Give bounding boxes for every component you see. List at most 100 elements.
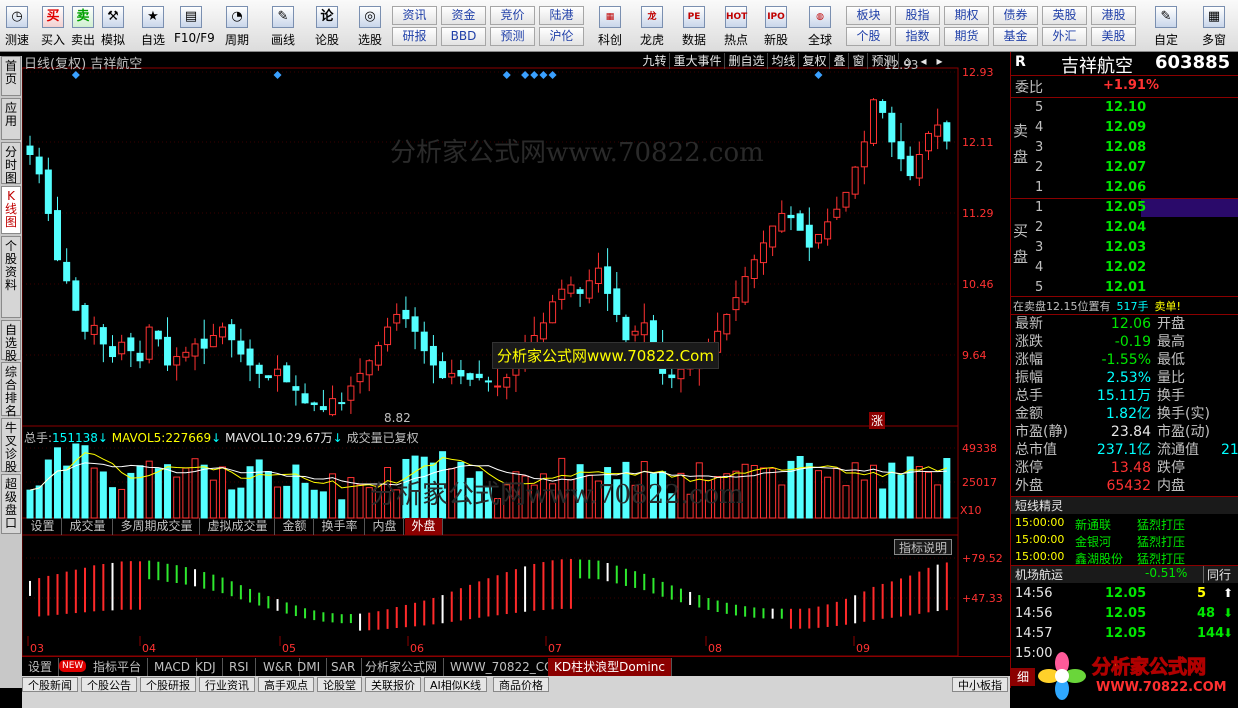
top-button-港股[interactable]: 港股 xyxy=(1091,6,1136,25)
top-button-外汇[interactable]: 外汇 xyxy=(1042,27,1087,46)
top-button-股指[interactable]: 股指 xyxy=(895,6,940,25)
info-tab-个股研报[interactable]: 个股研报 xyxy=(140,677,196,692)
indicator-tab-金额[interactable]: 金额 xyxy=(276,518,314,535)
top-button-基金[interactable]: 基金 xyxy=(993,27,1038,46)
bottom-tab-分析家公式网[interactable]: 分析家公式网 xyxy=(359,658,445,676)
side-tab-分时图[interactable]: 分时图 xyxy=(1,142,21,185)
全球-button[interactable]: ◍ 全球 xyxy=(800,4,840,50)
side-tab-首页[interactable]: 首页 xyxy=(1,56,21,96)
indicator-tab-外盘[interactable]: 外盘 xyxy=(405,518,443,535)
info-tab-高手观点[interactable]: 高手观点 xyxy=(258,677,314,692)
fund-value: 65432 xyxy=(1106,478,1151,494)
选股-button[interactable]: ◎ 选股 xyxy=(353,4,387,50)
top-button-英股[interactable]: 英股 xyxy=(1042,6,1087,25)
weibi-value: +1.91% xyxy=(1103,78,1159,93)
candle-body xyxy=(805,224,813,248)
bid-level: 5 xyxy=(1035,280,1044,295)
info-tab-个股新闻[interactable]: 个股新闻 xyxy=(22,677,78,692)
info-tab-商品价格[interactable]: 商品价格 xyxy=(493,677,549,692)
top-button-个股[interactable]: 个股 xyxy=(846,27,891,46)
top-button-指数[interactable]: 指数 xyxy=(895,27,940,46)
科创-button[interactable]: ▦ 科创 xyxy=(590,4,630,50)
candle-body xyxy=(723,313,731,335)
top-button-沪伦[interactable]: 沪伦 xyxy=(539,27,584,46)
top-button-BBD[interactable]: BBD xyxy=(441,27,486,46)
spirit-stock[interactable]: 金银河 xyxy=(1075,533,1111,550)
indicator-tab-内盘[interactable]: 内盘 xyxy=(366,518,404,535)
论股-button[interactable]: 论论股 xyxy=(310,4,344,50)
indicator-tab-换手率[interactable]: 换手率 xyxy=(315,518,365,535)
模拟-button[interactable]: ⚒ 模拟 xyxy=(96,4,130,50)
top-button-预测[interactable]: 预测 xyxy=(490,27,535,46)
volume-bar xyxy=(319,491,327,519)
side-tab-K线图[interactable]: K线图 xyxy=(1,186,21,234)
画线-button[interactable]: ✎ 画线 xyxy=(266,4,300,50)
bottom-tab-RSI[interactable]: RSI xyxy=(223,658,256,676)
info-tab-个股公告[interactable]: 个股公告 xyxy=(81,677,137,692)
indicator-tab-多周期成交量[interactable]: 多周期成交量 xyxy=(114,518,200,535)
bottom-tab-指标平台[interactable]: 指标平台 xyxy=(87,658,149,676)
chart-button-叠[interactable]: 叠 xyxy=(831,53,849,69)
top-button-竞价[interactable]: 竞价 xyxy=(490,6,535,25)
测速-button[interactable]: ◷ 测速 xyxy=(0,4,34,50)
indicator-tab-虚拟成交量[interactable]: 虚拟成交量 xyxy=(201,518,275,535)
bottom-tab-设置[interactable]: 设置 xyxy=(22,658,60,676)
top-button-资金[interactable]: 资金 xyxy=(441,6,486,25)
detail-tab[interactable]: 细 xyxy=(1011,668,1035,686)
热点-button[interactable]: HOT 热点 xyxy=(716,4,756,50)
info-tab-行业资讯[interactable]: 行业资讯 xyxy=(199,677,255,692)
spirit-stock[interactable]: 新通联 xyxy=(1075,516,1111,533)
bottom-tab-DMI[interactable]: DMI xyxy=(291,658,328,676)
chart-button-均线[interactable]: 均线 xyxy=(769,53,799,69)
top-button-板块[interactable]: 板块 xyxy=(846,6,891,25)
bottom-tab-SAR[interactable]: SAR xyxy=(325,658,363,676)
自定-button[interactable]: ✎ 自定 xyxy=(1144,4,1188,50)
indicator-explain-button[interactable]: 指标说明 xyxy=(894,539,953,555)
info-tab-论股堂[interactable]: 论股堂 xyxy=(317,677,362,692)
top-button-陆港[interactable]: 陆港 xyxy=(539,6,584,25)
chart-button-窗[interactable]: 窗 xyxy=(850,53,868,69)
自选-button[interactable]: ★ 自选 xyxy=(136,4,170,50)
sell-icon: 卖 xyxy=(72,6,94,28)
买入-button[interactable]: 买买入 xyxy=(36,4,70,50)
top-button-研报[interactable]: 研报 xyxy=(392,27,437,46)
多窗-button[interactable]: ▦ 多窗 xyxy=(1192,4,1236,50)
bid-level: 3 xyxy=(1035,240,1044,255)
top-button-美股[interactable]: 美股 xyxy=(1091,27,1136,46)
top-button-期货[interactable]: 期货 xyxy=(944,27,989,46)
side-tab-应用[interactable]: 应用 xyxy=(1,98,21,140)
sector-name[interactable]: 机场航运 xyxy=(1015,566,1063,583)
volume-bar xyxy=(301,482,309,519)
bottom-tab-KD柱状浪型Dominc[interactable]: KD柱状浪型Dominc xyxy=(548,658,672,676)
info-tab-AI相似K线[interactable]: AI相似K线 xyxy=(424,677,487,692)
chart-button-删自选[interactable]: 删自选 xyxy=(726,53,768,69)
fund-value: 1.82亿 xyxy=(1105,406,1151,422)
卖出-button[interactable]: 卖卖出 xyxy=(66,4,100,50)
info-tab-关联报价[interactable]: 关联报价 xyxy=(365,677,421,692)
周期-button[interactable]: ◔ 周期 xyxy=(220,4,254,50)
info-tab-中小板指[interactable]: 中小板指 xyxy=(952,677,1008,692)
bottom-tab-KDJ[interactable]: KDJ xyxy=(189,658,223,676)
chart-button-重大事件[interactable]: 重大事件 xyxy=(671,53,725,69)
top-button-期权[interactable]: 期权 xyxy=(944,6,989,25)
F10/F9-button[interactable]: ▤ F10/F9 xyxy=(174,4,215,50)
next-icon[interactable]: ▸ xyxy=(932,53,947,69)
龙虎-button[interactable]: 龙龙虎 xyxy=(632,4,672,50)
side-tab-自选股[interactable]: 自选股 xyxy=(1,320,21,363)
数据-button[interactable]: PE 数据 xyxy=(674,4,714,50)
indicator-tab-成交量[interactable]: 成交量 xyxy=(63,518,113,535)
side-tab-牛叉诊股[interactable]: 牛叉诊股 xyxy=(1,418,21,474)
candle-body xyxy=(154,330,162,340)
side-tab-综合排名[interactable]: 综合排名 xyxy=(1,362,21,418)
chart-button-九转[interactable]: 九转 xyxy=(640,53,670,69)
candle-body xyxy=(796,213,804,231)
side-tab-超级盘口[interactable]: 超级盘口 xyxy=(1,474,21,534)
top-button-资讯[interactable]: 资讯 xyxy=(392,6,437,25)
candle-body xyxy=(604,266,612,294)
indicator-tab-设置[interactable]: 设置 xyxy=(24,518,62,535)
top-button-债券[interactable]: 债券 xyxy=(993,6,1038,25)
新股-button[interactable]: IPO 新股 xyxy=(756,4,796,50)
chart-button-复权[interactable]: 复权 xyxy=(800,53,830,69)
side-tab-个股资料[interactable]: 个股资料 xyxy=(1,236,21,318)
sector-peer-tab[interactable]: 同行 xyxy=(1203,566,1231,583)
